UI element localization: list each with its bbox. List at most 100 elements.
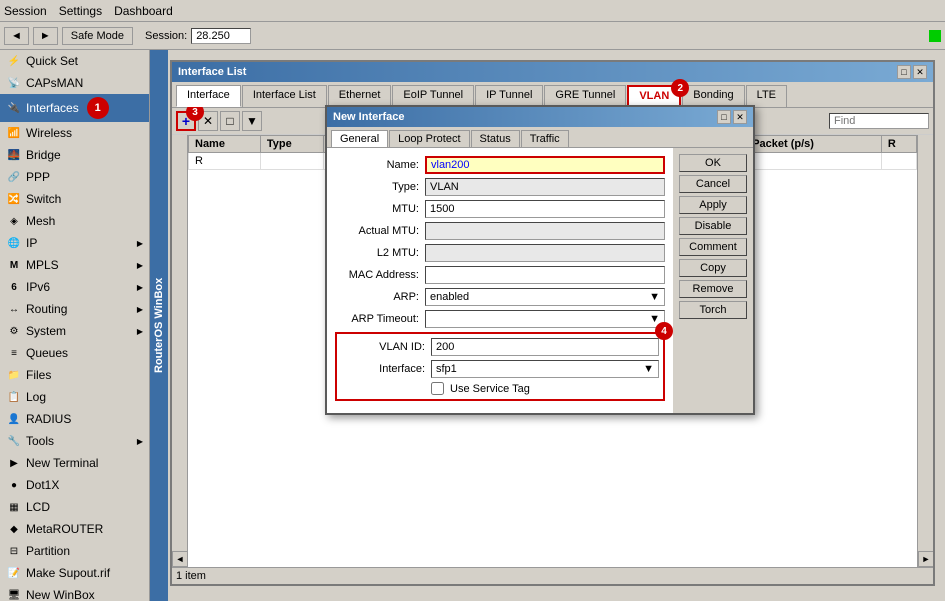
system-icon [6,323,22,339]
mac-input[interactable] [425,266,665,284]
safe-mode-button[interactable]: Safe Mode [62,27,133,45]
ip-icon [6,235,22,251]
sidebar-label-radius: RADIUS [26,412,71,426]
sidebar-label-capsman: CAPsMAN [26,76,83,90]
sidebar-item-new-terminal[interactable]: New Terminal [0,452,149,474]
tab-eoip-tunnel[interactable]: EoIP Tunnel [392,85,474,107]
status-bar: 1 item [172,567,933,584]
menu-dashboard[interactable]: Dashboard [114,4,173,18]
filter-button[interactable]: ▼ [242,111,262,131]
sidebar-item-queues[interactable]: Queues [0,342,149,364]
tab-interface[interactable]: Interface [176,85,241,107]
quick-set-icon [6,53,22,69]
sidebar-item-routing[interactable]: Routing [0,298,149,320]
dialog-tab-status[interactable]: Status [471,130,520,147]
sidebar-item-log[interactable]: Log [0,386,149,408]
dialog-minimize-button[interactable]: □ [717,110,731,124]
new-winbox-icon [6,587,22,601]
sidebar-label-quick-set: Quick Set [26,54,78,68]
sidebar-item-switch[interactable]: Switch [0,188,149,210]
sidebar-item-dot1x[interactable]: Dot1X [0,474,149,496]
edit-button[interactable]: □ [220,111,240,131]
arp-timeout-select[interactable]: ▼ [425,310,665,328]
sidebar-item-tools[interactable]: Tools [0,430,149,452]
session-input[interactable] [191,28,251,44]
actual-mtu-input [425,222,665,240]
dialog-tab-bar: General Loop Protect Status Traffic [327,127,753,148]
menu-session[interactable]: Session [4,4,47,18]
sidebar-item-ppp[interactable]: PPP [0,166,149,188]
sidebar-item-mesh[interactable]: Mesh [0,210,149,232]
sidebar-item-system[interactable]: System [0,320,149,342]
window-controls: □ ✕ [897,65,927,79]
dialog-close-button[interactable]: ✕ [733,110,747,124]
arp-value: enabled [430,291,469,303]
sidebar-item-new-winbox[interactable]: New WinBox [0,584,149,601]
vlan-section: 4 VLAN ID: Interface: sfp1 ▼ [335,332,665,401]
dialog-tab-loop-protect[interactable]: Loop Protect [389,130,469,147]
add-button[interactable]: + 3 [176,111,196,131]
interface-select[interactable]: sfp1 ▼ [431,360,659,378]
tab-ethernet[interactable]: Ethernet [328,85,392,107]
menu-settings[interactable]: Settings [59,4,102,18]
sidebar-item-ip[interactable]: IP [0,232,149,254]
capsman-icon [6,75,22,91]
sidebar-item-capsman[interactable]: CAPsMAN [0,72,149,94]
minimize-button[interactable]: □ [897,65,911,79]
sidebar-item-lcd[interactable]: LCD [0,496,149,518]
ok-button[interactable]: OK [679,154,747,172]
find-input[interactable] [829,113,929,129]
tab-ip-tunnel[interactable]: IP Tunnel [475,85,543,107]
vlan-id-row: VLAN ID: [341,338,659,356]
torch-button[interactable]: Torch [679,301,747,319]
tools-icon [6,433,22,449]
name-input[interactable] [425,156,665,174]
sidebar-item-make-supout[interactable]: Make Supout.rif [0,562,149,584]
tab-bonding[interactable]: Bonding [682,85,744,107]
dialog-tab-traffic[interactable]: Traffic [521,130,569,147]
sidebar-item-partition[interactable]: Partition [0,540,149,562]
vlan-id-input[interactable] [431,338,659,356]
interface-value: sfp1 [436,363,457,375]
session-label: Session: [145,30,187,42]
sidebar-item-metarouter[interactable]: MetaROUTER [0,518,149,540]
apply-button[interactable]: Apply [679,196,747,214]
forward-button[interactable]: ► [33,27,58,45]
scroll-right-button[interactable]: ► [918,551,933,567]
arp-label: ARP: [335,291,425,303]
sidebar-item-wireless[interactable]: Wireless [0,122,149,144]
comment-button[interactable]: Comment [679,238,747,256]
copy-button[interactable]: Copy [679,259,747,277]
arp-select[interactable]: enabled ▼ [425,288,665,306]
sidebar-item-mpls[interactable]: MPLS [0,254,149,276]
badge-4: 4 [655,322,673,340]
tab-vlan[interactable]: VLAN 2 [627,85,681,107]
tab-gre-tunnel[interactable]: GRE Tunnel [544,85,626,107]
sidebar-item-files[interactable]: Files [0,364,149,386]
connection-indicator [929,30,941,42]
mtu-input[interactable] [425,200,665,218]
close-button[interactable]: ✕ [913,65,927,79]
sidebar-item-radius[interactable]: RADIUS [0,408,149,430]
sidebar-item-bridge[interactable]: Bridge [0,144,149,166]
back-button[interactable]: ◄ [4,27,29,45]
sidebar-item-ipv6[interactable]: IPv6 [0,276,149,298]
cancel-button[interactable]: Cancel [679,175,747,193]
actual-mtu-label: Actual MTU: [335,225,425,237]
sidebar-item-interfaces[interactable]: Interfaces 1 [0,94,149,122]
tab-interface-list[interactable]: Interface List [242,85,327,107]
dialog-tab-general[interactable]: General [331,130,388,147]
tab-lte[interactable]: LTE [746,85,787,107]
scroll-left-button[interactable]: ◄ [172,551,188,567]
disable-button[interactable]: Disable [679,217,747,235]
l2-mtu-label: L2 MTU: [335,247,425,259]
content-area: RouterOS WinBox Interface List □ ✕ Inter… [150,50,945,601]
remove-button[interactable]: Remove [679,280,747,298]
sidebar-label-tools: Tools [26,434,54,448]
radius-icon [6,411,22,427]
sidebar-item-quick-set[interactable]: Quick Set [0,50,149,72]
use-service-tag-checkbox[interactable] [431,382,444,395]
sidebar-label-dot1x: Dot1X [26,478,59,492]
wireless-icon [6,125,22,141]
sidebar-label-metarouter: MetaROUTER [26,522,103,536]
